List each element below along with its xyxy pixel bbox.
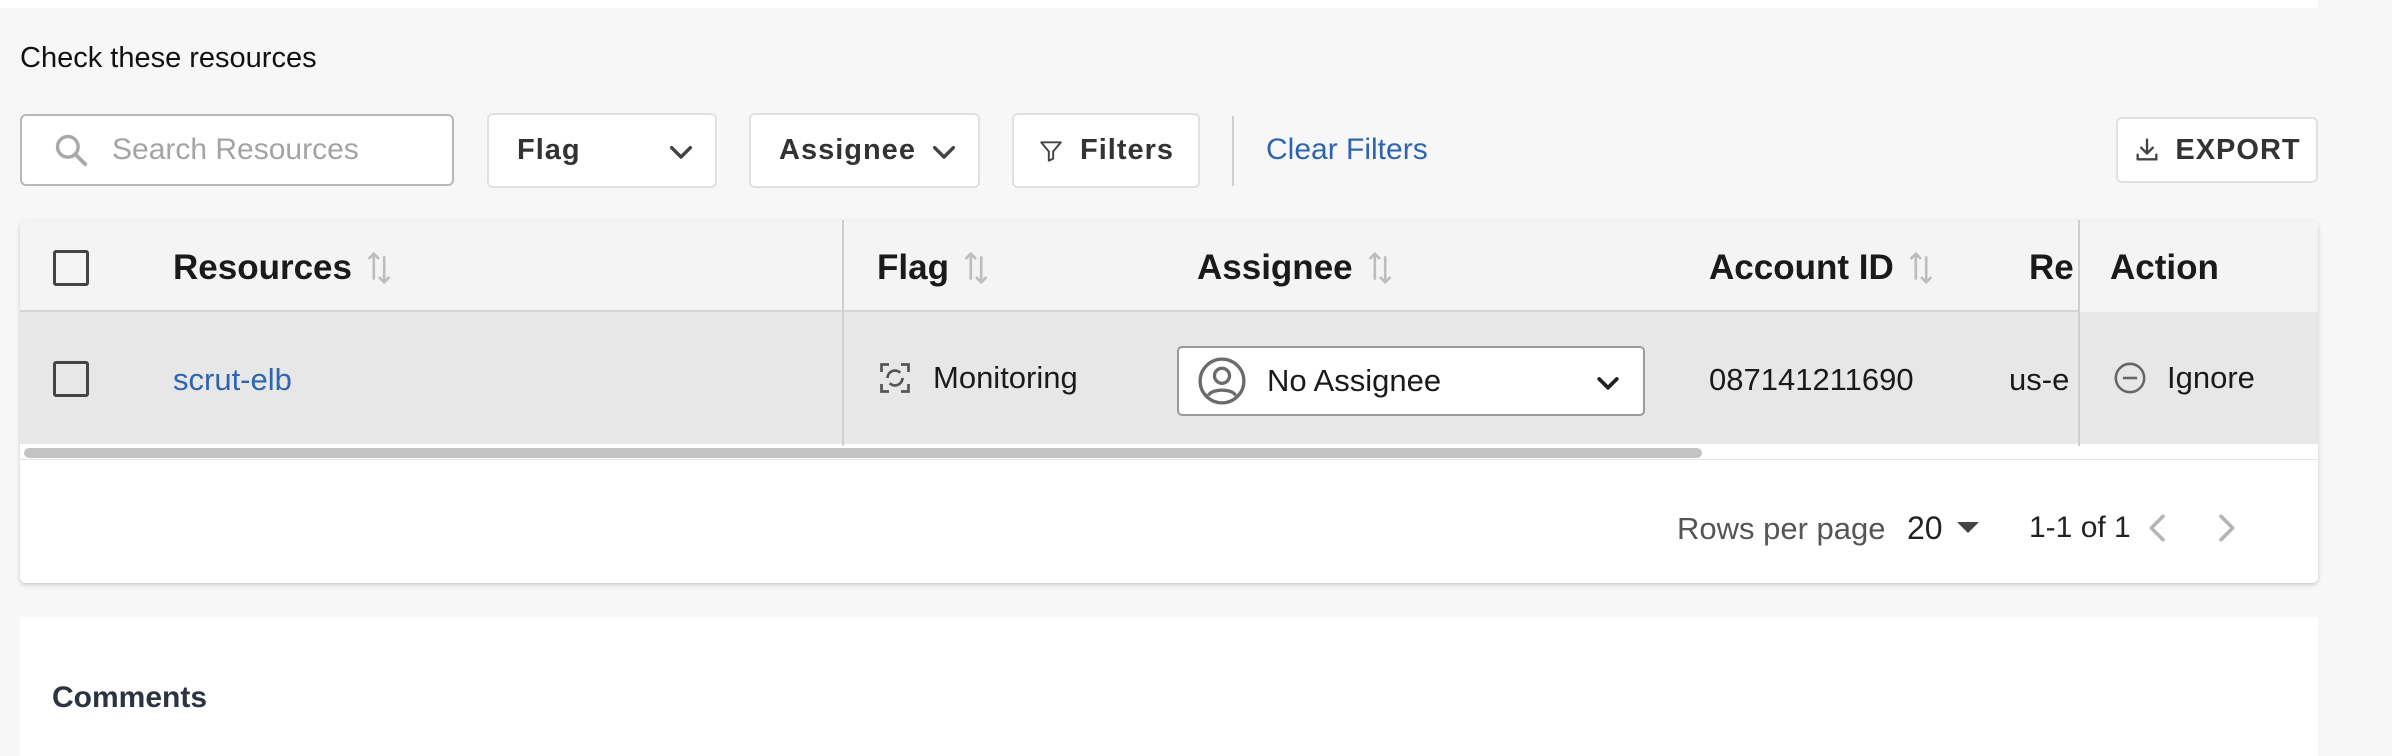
clear-filters-link[interactable]: Clear Filters — [1266, 133, 1428, 167]
sort-icon — [1368, 251, 1391, 285]
column-divider — [842, 220, 844, 452]
filters-button[interactable]: Filters — [1012, 113, 1200, 188]
pagination-range: 1-1 of 1 — [2029, 511, 2131, 544]
flag-filter-label: Flag — [517, 134, 581, 166]
column-header-action: Action — [2110, 248, 2219, 288]
search-input[interactable] — [112, 133, 432, 167]
chevron-down-icon — [1597, 377, 1619, 390]
region-cell: us-e — [2009, 360, 2071, 410]
funnel-icon — [1040, 140, 1062, 162]
comments-title: Comments — [52, 681, 208, 714]
comments-card: Comments — [20, 617, 2318, 756]
chevron-left-icon — [2149, 514, 2165, 542]
column-header-label: Account ID — [1709, 248, 1894, 287]
search-icon — [55, 134, 88, 167]
flag-value: Monitoring — [933, 360, 1078, 395]
column-header-label: Assignee — [1197, 248, 1353, 287]
chevron-down-icon — [669, 145, 693, 159]
flag-cell: Monitoring — [877, 360, 1078, 396]
rows-per-page-select[interactable]: 20 — [1907, 510, 1943, 547]
column-header-label: Resources — [173, 248, 352, 287]
monitoring-icon — [880, 363, 910, 393]
resource-link[interactable]: scrut-elb — [173, 362, 292, 398]
region-value: us-e — [2009, 362, 2070, 397]
column-header-label: Flag — [877, 248, 949, 287]
assignee-filter-dropdown[interactable]: Assignee — [749, 113, 980, 188]
caret-down-icon[interactable] — [1957, 522, 1979, 533]
chevron-down-icon — [932, 145, 956, 159]
ignore-action[interactable]: Ignore — [2113, 360, 2255, 396]
top-card-edge — [0, 0, 2318, 8]
download-icon — [2136, 138, 2158, 161]
account-id-value: 087141211690 — [1709, 362, 1914, 397]
column-header-region[interactable]: Reg — [2029, 248, 2075, 288]
table-row — [20, 312, 2318, 444]
column-header-label: Reg — [2029, 248, 2075, 287]
column-header-account-id[interactable]: Account ID — [1709, 248, 1934, 288]
next-page-button[interactable] — [2206, 508, 2246, 548]
row-checkbox[interactable] — [53, 361, 89, 397]
ignore-label: Ignore — [2167, 360, 2255, 395]
column-divider — [2078, 220, 2080, 452]
sort-icon — [1909, 251, 1933, 285]
column-header-resources[interactable]: Resources — [173, 248, 392, 288]
section-title: Check these resources — [20, 42, 317, 74]
search-box[interactable] — [20, 114, 454, 186]
export-button[interactable]: EXPORT — [2116, 117, 2318, 183]
assignee-value: No Assignee — [1267, 363, 1442, 398]
filters-label: Filters — [1079, 134, 1175, 166]
flag-filter-dropdown[interactable]: Flag — [487, 113, 717, 188]
select-all-checkbox[interactable] — [53, 250, 89, 286]
previous-page-button[interactable] — [2138, 508, 2178, 548]
chevron-right-icon — [2219, 514, 2235, 542]
sort-icon — [367, 251, 391, 285]
assignee-filter-label: Assignee — [779, 134, 916, 166]
rows-per-page-label: Rows per page — [1677, 511, 1886, 546]
horizontal-scrollbar[interactable] — [20, 446, 2318, 460]
column-header-assignee[interactable]: Assignee — [1197, 248, 1393, 288]
sort-icon — [964, 251, 988, 285]
minus-circle-icon — [2114, 362, 2146, 394]
user-avatar-icon — [1198, 357, 1246, 405]
assignee-select[interactable]: No Assignee — [1177, 346, 1645, 416]
export-label: EXPORT — [2175, 133, 2301, 166]
toolbar-divider — [1232, 116, 1234, 186]
scrollbar-thumb[interactable] — [24, 448, 1702, 458]
column-header-flag[interactable]: Flag — [877, 248, 989, 288]
resources-table: Resources Flag Assignee Account ID Reg s… — [20, 220, 2318, 583]
column-header-label: Action — [2110, 248, 2219, 287]
